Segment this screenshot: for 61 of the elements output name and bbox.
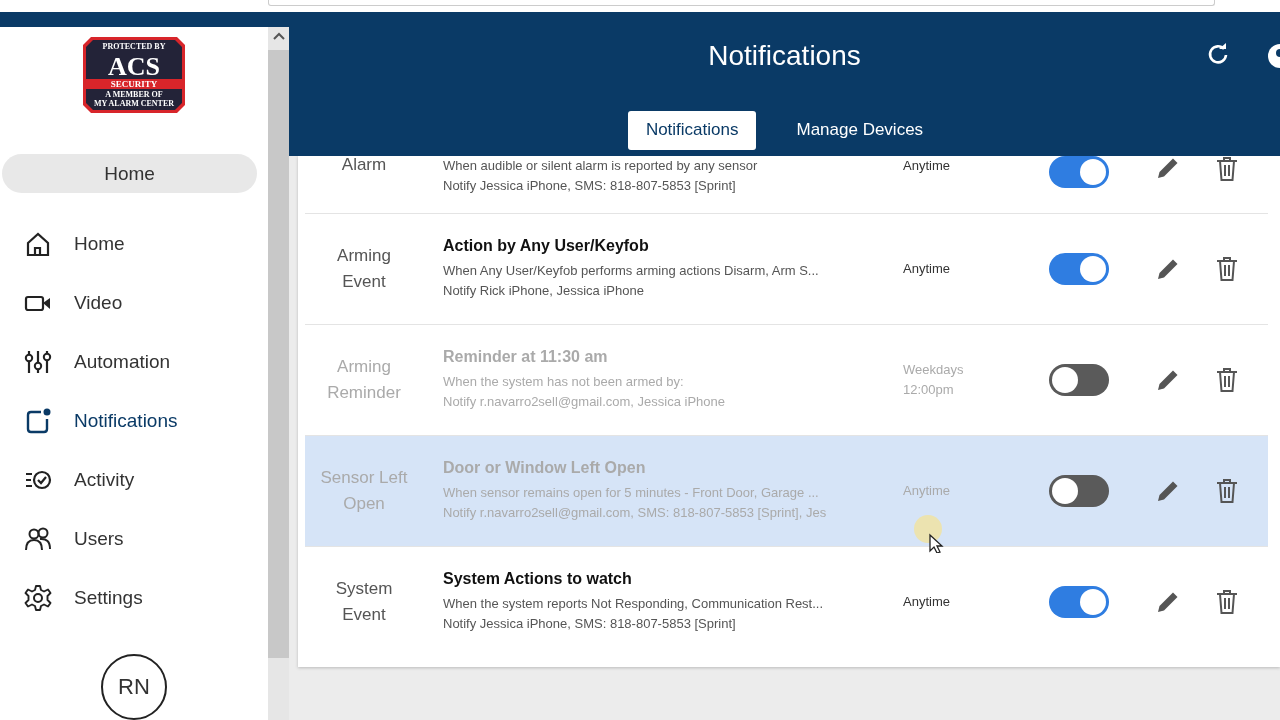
- rule-title: Reminder at 11:30 am: [443, 348, 609, 366]
- security-logo: PROTECTED BY ACS SECURITY A MEMBER OF MY ALARM CENTER: [83, 37, 185, 113]
- nav-item[interactable]: Home: [0, 225, 268, 263]
- edit-icon[interactable]: [1156, 479, 1180, 503]
- notify-recipients: Notify Jessica iPhone, SMS: 818-807-5853 [Sprint]: [443, 615, 737, 633]
- users-icon: [24, 525, 52, 553]
- edit-icon[interactable]: [1156, 368, 1180, 392]
- rule-title: System Actions to watch: [443, 570, 633, 588]
- notify-recipients: Notify r.navarro2sell@gmail.com, SMS: 818-807-5853 [Sprint], Jes: [443, 504, 828, 522]
- nav-item[interactable]: Settings: [0, 579, 268, 617]
- notification-row[interactable]: System Event System Actions to watch When the system reports Not Responding, Communication Rest... Notify Jessica iPhone, SMS: 818-807-5853 [Sprint] Anytime: [305, 546, 1268, 657]
- rule-description: When audible or silent alarm is reported by any sensor: [443, 157, 759, 175]
- tab[interactable]: Manage Devices: [778, 110, 942, 150]
- category-label: System Event: [334, 578, 394, 626]
- rule-title: Door or Window Left Open: [443, 459, 647, 477]
- user-avatar[interactable]: RN: [101, 654, 167, 720]
- toggle-switch[interactable]: [1049, 364, 1109, 396]
- toggle-switch[interactable]: [1049, 156, 1109, 188]
- schedule-label: Anytime: [903, 593, 951, 611]
- home-button[interactable]: Home: [2, 154, 257, 193]
- tab[interactable]: Notifications: [627, 110, 757, 150]
- notify-recipients: Notify Jessica iPhone, SMS: 818-807-5853 [Sprint]: [443, 177, 737, 195]
- toggle-switch[interactable]: [1049, 586, 1109, 618]
- nav-item[interactable]: Notifications: [0, 402, 268, 440]
- trash-icon[interactable]: [1215, 367, 1239, 393]
- automation-icon: [24, 348, 52, 376]
- home-icon: [24, 230, 52, 258]
- schedule-label: Anytime: [903, 157, 951, 175]
- rule-description: When sensor remains open for 5 minutes - Front Door, Garage ...: [443, 484, 820, 502]
- rule-description: When Any User/Keyfob performs arming actions Disarm, Arm S...: [443, 262, 820, 280]
- category-label: Alarm: [340, 156, 388, 174]
- nav-item[interactable]: Users: [0, 520, 268, 558]
- edit-icon[interactable]: [1156, 156, 1180, 180]
- nav-item[interactable]: Activity: [0, 461, 268, 499]
- notify-recipients: Notify r.navarro2sell@gmail.com, Jessica iPhone: [443, 393, 726, 411]
- category-label: Arming Event: [336, 245, 392, 293]
- rule-description: When the system has not been armed by:: [443, 373, 685, 391]
- notification-row[interactable]: Arming Event Action by Any User/Keyfob When Any User/Keyfob performs arming actions Disarm, Arm S... Notify Rick iPhone, Jessica iPhone Anytime: [305, 213, 1268, 324]
- notifications-icon: [24, 407, 52, 435]
- edit-icon[interactable]: [1156, 257, 1180, 281]
- trash-icon[interactable]: [1215, 589, 1239, 615]
- edit-icon[interactable]: [1156, 590, 1180, 614]
- notification-row[interactable]: Alarm When audible or silent alarm is reported by any sensor Notify Jessica iPhone, SMS: 818-807-5853 [Sprint] Anytime: [305, 156, 1268, 213]
- schedule-label: Anytime: [903, 482, 951, 500]
- toggle-switch[interactable]: [1049, 253, 1109, 285]
- schedule-label: Anytime: [903, 260, 951, 278]
- category-label: Arming Reminder: [326, 356, 402, 404]
- trash-icon[interactable]: [1215, 156, 1239, 182]
- trash-icon[interactable]: [1215, 478, 1239, 504]
- toggle-switch[interactable]: [1049, 475, 1109, 507]
- rule-description: When the system reports Not Responding, Communication Rest...: [443, 595, 825, 613]
- notify-recipients: Notify Rick iPhone, Jessica iPhone: [443, 282, 645, 300]
- trash-icon[interactable]: [1215, 256, 1239, 282]
- schedule-label: Weekdays 12:00pm: [903, 361, 965, 399]
- settings-icon: [24, 584, 52, 612]
- nav-item[interactable]: Automation: [0, 343, 268, 381]
- rule-title: Action by Any User/Keyfob: [443, 237, 650, 255]
- category-label: Sensor Left Open: [319, 467, 409, 515]
- page-title: Notifications: [708, 40, 861, 72]
- refresh-icon[interactable]: [1206, 42, 1230, 66]
- nav-item[interactable]: Video: [0, 284, 268, 322]
